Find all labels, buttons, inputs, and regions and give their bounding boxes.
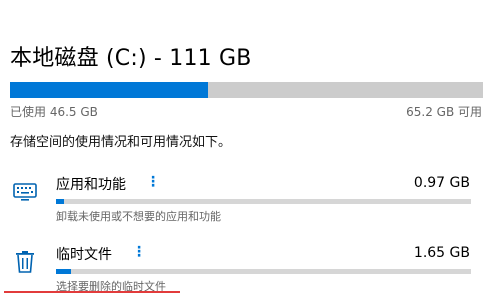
category-usage-bar [56,269,471,274]
category-usage-fill [56,199,65,204]
loading-dots-icon: ⋮ [132,244,146,260]
keyboard-icon [12,180,38,204]
storage-summary-text: 存储空间的使用情况和可用情况如下。 [10,135,232,150]
trash-icon [12,250,38,274]
category-name: 临时文件 [56,247,112,263]
category-usage-bar [56,199,471,204]
free-space-label: 65.2 GB 可用 [406,105,482,119]
annotation-underline [4,291,180,293]
category-apps-features[interactable]: 应用和功能 ⋮ 0.97 GB 卸载未使用或不想要的应用和功能 [0,170,500,223]
loading-dots-icon: ⋮ [146,174,160,190]
category-size: 1.65 GB [413,245,470,261]
category-subtitle: 卸载未使用或不想要的应用和功能 [56,210,221,223]
category-temporary-files[interactable]: 临时文件 ⋮ 1.65 GB 选择要删除的临时文件 [0,240,500,293]
category-name: 应用和功能 [56,177,126,193]
drive-title: 本地磁盘 (C:) - 111 GB [10,46,252,71]
category-usage-fill [56,269,71,274]
category-size: 0.97 GB [413,175,470,191]
used-space-label: 已使用 46.5 GB [10,105,98,119]
drive-usage-fill [10,82,209,98]
drive-usage-bar [10,82,483,98]
